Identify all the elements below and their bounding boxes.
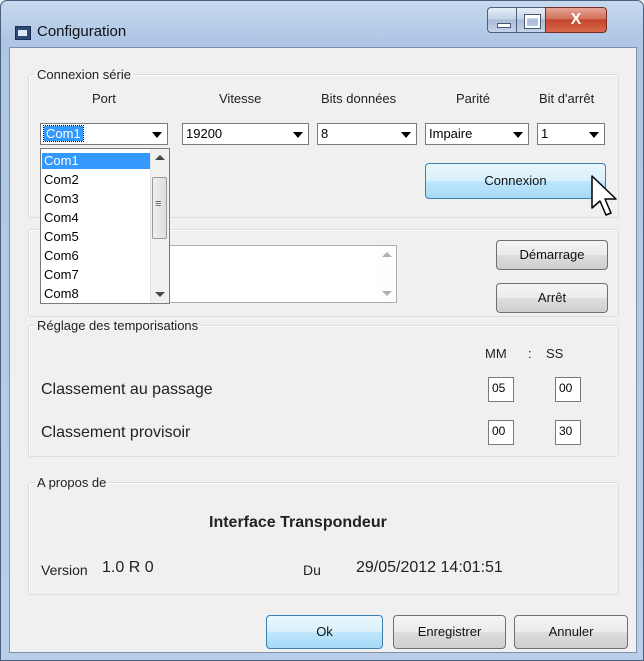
- timing-group-legend: Réglage des temporisations: [37, 318, 199, 333]
- window-icon: [15, 26, 31, 40]
- vitesse-select-value: 19200: [186, 126, 223, 141]
- mm-label: MM: [485, 346, 507, 361]
- minimize-button[interactable]: [487, 7, 517, 33]
- port-option[interactable]: Com2: [42, 172, 152, 188]
- port-select[interactable]: Com1: [40, 123, 168, 145]
- bits-select[interactable]: 8: [317, 123, 417, 145]
- parite-select[interactable]: Impaire: [425, 123, 529, 145]
- cancel-button[interactable]: Annuler: [514, 615, 628, 649]
- log-scrollbar[interactable]: [378, 246, 396, 302]
- port-option[interactable]: Com6: [42, 248, 152, 264]
- port-option[interactable]: Com5: [42, 229, 152, 245]
- passage-mm-input[interactable]: 05: [488, 377, 514, 402]
- arret-label: Bit d'arrêt: [539, 91, 595, 106]
- close-icon: X: [570, 11, 582, 28]
- arret-button[interactable]: Arrêt: [496, 283, 608, 313]
- passage-label: Classement au passage: [41, 381, 213, 398]
- title-bar[interactable]: Configuration X: [1, 1, 643, 45]
- ok-button[interactable]: Ok: [266, 615, 383, 649]
- product-name: Interface Transpondeur: [209, 514, 387, 531]
- date-label: Du: [303, 562, 321, 578]
- scroll-down-icon[interactable]: [382, 291, 392, 296]
- configuration-window: Configuration X Connexion série Port Vit…: [0, 0, 644, 661]
- provisoir-label: Classement provisoir: [41, 424, 191, 441]
- port-select-value: Com1: [43, 125, 84, 142]
- scroll-thumb[interactable]: [152, 177, 167, 239]
- mouse-cursor-icon: [591, 175, 617, 216]
- version-label: Version: [41, 562, 88, 578]
- window-title: Configuration: [37, 23, 127, 40]
- vitesse-select[interactable]: 19200: [182, 123, 309, 145]
- about-group-legend: A propos de: [37, 475, 107, 490]
- ss-label: SS: [546, 346, 564, 361]
- chevron-down-icon[interactable]: [508, 125, 527, 143]
- log-textarea[interactable]: [161, 245, 397, 303]
- serial-group-legend: Connexion série: [37, 67, 131, 82]
- provisoir-ss-input[interactable]: 30: [555, 420, 581, 445]
- port-list-scrollbar[interactable]: [150, 149, 169, 303]
- passage-ss-input[interactable]: 00: [555, 377, 581, 402]
- chevron-down-icon[interactable]: [396, 125, 415, 143]
- port-option[interactable]: Com3: [42, 191, 152, 207]
- scroll-down-icon[interactable]: [155, 292, 165, 297]
- close-button[interactable]: X: [545, 7, 607, 33]
- connexion-button[interactable]: Connexion: [425, 163, 606, 199]
- scroll-up-icon[interactable]: [382, 252, 392, 257]
- port-option[interactable]: Com4: [42, 210, 152, 226]
- bits-label: Bits données: [321, 91, 397, 106]
- scroll-up-icon[interactable]: [155, 155, 165, 160]
- maximize-button[interactable]: [516, 7, 546, 33]
- arret-select-value: 1: [541, 126, 549, 141]
- version-value: 1.0 R 0: [102, 559, 154, 576]
- port-label: Port: [92, 91, 116, 106]
- port-option[interactable]: Com8: [42, 286, 152, 302]
- bits-select-value: 8: [321, 126, 329, 141]
- port-option[interactable]: Com1: [42, 153, 152, 169]
- chevron-down-icon[interactable]: [584, 125, 603, 143]
- vitesse-label: Vitesse: [219, 91, 262, 106]
- provisoir-mm-input[interactable]: 00: [488, 420, 514, 445]
- parite-select-value: Impaire: [429, 126, 473, 141]
- arret-select[interactable]: 1: [537, 123, 605, 145]
- separator-label: :: [528, 346, 532, 361]
- demarrage-button[interactable]: Démarrage: [496, 240, 608, 270]
- save-button[interactable]: Enregistrer: [393, 615, 506, 649]
- port-dropdown-list[interactable]: Com1 Com2 Com3 Com4 Com5 Com6 Com7 Com8: [40, 148, 170, 304]
- chevron-down-icon[interactable]: [288, 125, 307, 143]
- parite-label: Parité: [456, 91, 490, 106]
- port-option[interactable]: Com7: [42, 267, 152, 283]
- date-value: 29/05/2012 14:01:51: [356, 559, 503, 576]
- about-group: A propos de: [28, 475, 619, 595]
- chevron-down-icon[interactable]: [147, 125, 166, 143]
